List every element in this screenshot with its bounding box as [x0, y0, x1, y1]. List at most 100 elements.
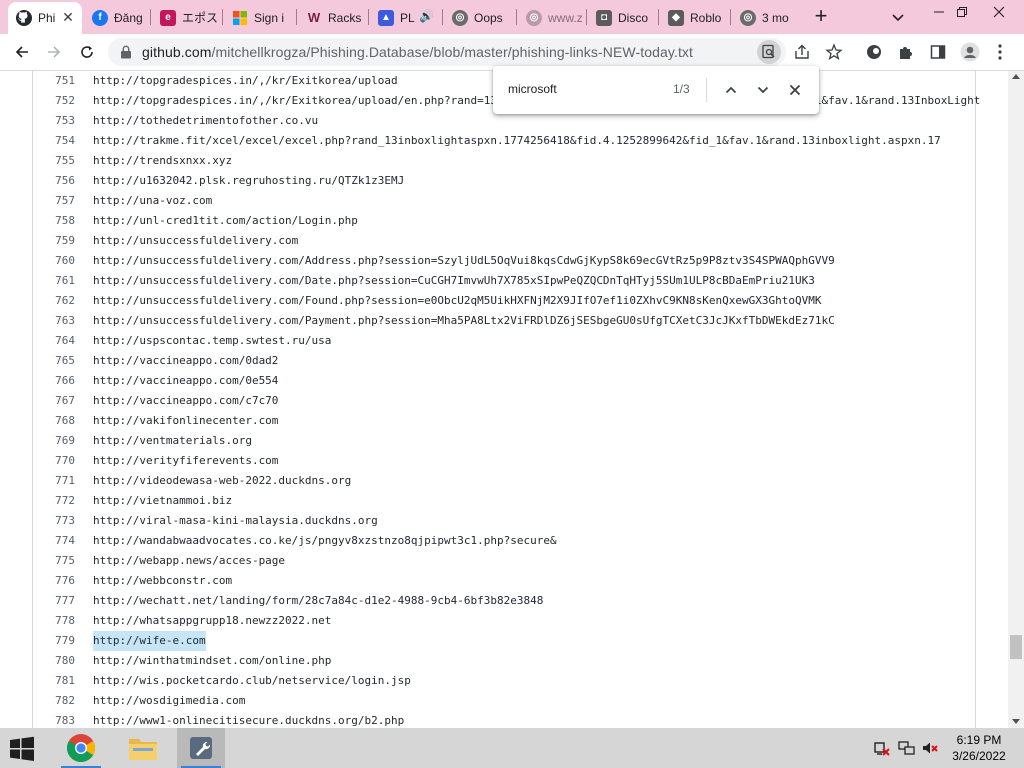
back-button[interactable] — [10, 40, 34, 64]
tab-discord[interactable]: ◘ Disco — [588, 3, 656, 32]
tab-racks[interactable]: W Racks — [298, 3, 366, 32]
code-line: 781 http://wis.pocketcardo.club/netservic… — [33, 671, 975, 691]
code-line: 759 http://unsuccessfuldelivery.com — [33, 231, 975, 251]
speaker-icon[interactable]: 🔊 — [419, 9, 434, 23]
start-button[interactable] — [8, 736, 38, 762]
taskbar-settings-tool[interactable] — [177, 728, 225, 768]
find-in-page-icon[interactable] — [757, 40, 781, 64]
line-text: http://vaccineappo.com/c7c70 — [93, 394, 279, 407]
clock-time: 6:19 PM — [956, 733, 1002, 747]
code-line: 778 http://whatsappgrupp18.newzz2022.net — [33, 611, 975, 631]
line-number[interactable]: 772 — [33, 491, 75, 511]
tab-title: Oops — [474, 10, 503, 25]
find-match-count: 1/3 — [673, 82, 690, 96]
tab-microsoft-signin[interactable]: Sign i — [224, 3, 294, 32]
code-line: 762 http://unsuccessfuldelivery.com/Found… — [33, 291, 975, 311]
find-previous-button[interactable] — [719, 78, 743, 102]
line-number[interactable]: 782 — [33, 691, 75, 711]
side-panel-icon[interactable] — [926, 40, 950, 64]
line-number[interactable]: 756 — [33, 171, 75, 191]
bookmark-star-icon[interactable] — [822, 40, 846, 64]
line-number[interactable]: 766 — [33, 371, 75, 391]
tab-oops[interactable]: ◎ Oops — [444, 3, 514, 32]
profile-avatar-icon[interactable] — [958, 40, 982, 64]
line-number[interactable]: 753 — [33, 111, 75, 131]
tab-github-phishing[interactable]: Phi ✕ — [8, 2, 82, 34]
tab-search-chevron-icon[interactable] — [889, 8, 907, 26]
close-tab-icon[interactable]: ✕ — [60, 9, 76, 25]
line-number[interactable]: 783 — [33, 711, 75, 728]
line-number[interactable]: 781 — [33, 671, 75, 691]
tab-facebook[interactable]: f Đăng — [84, 3, 148, 32]
line-number[interactable]: 754 — [33, 131, 75, 151]
line-number[interactable]: 763 — [33, 311, 75, 331]
line-number[interactable]: 776 — [33, 571, 75, 591]
tab-pl-audio[interactable]: ▲ PL 🔊 — [370, 3, 440, 32]
url-text: github.com/mitchellkrogza/Phishing.Datab… — [142, 44, 693, 60]
code-line: 756 http://u1632042.plsk.regruhosting.ru/… — [33, 171, 975, 191]
code-line: 779 http://wife-e.com — [33, 631, 975, 651]
scroll-up-arrow-icon[interactable] — [1012, 74, 1020, 79]
tab-epos[interactable]: e エポス — [152, 3, 220, 32]
line-text: http://www1-onlinecitisecure.duckdns.org… — [93, 714, 405, 727]
line-number[interactable]: 767 — [33, 391, 75, 411]
line-number[interactable]: 757 — [33, 191, 75, 211]
code-line: 758 http://unl-cred1tit.com/action/Login.… — [33, 211, 975, 231]
line-number[interactable]: 777 — [33, 591, 75, 611]
tab-title: Roblo — [690, 10, 722, 25]
line-number[interactable]: 773 — [33, 511, 75, 531]
code-line: 767 http://vaccineappo.com/c7c70 — [33, 391, 975, 411]
reload-button[interactable] — [75, 40, 99, 64]
line-text: http://una-voz.com — [93, 194, 213, 207]
taskbar-clock[interactable]: 6:19 PM 3/26/2022 — [940, 732, 1018, 764]
extension-globe-icon[interactable] — [862, 40, 886, 64]
lock-icon[interactable] — [120, 45, 132, 64]
tab-separator — [586, 9, 587, 25]
speaker-muted-icon[interactable] — [921, 739, 939, 757]
line-number[interactable]: 762 — [33, 291, 75, 311]
find-close-button[interactable] — [783, 78, 807, 102]
line-number[interactable]: 764 — [33, 331, 75, 351]
line-number[interactable]: 775 — [33, 551, 75, 571]
network-warning-icon[interactable] — [873, 739, 891, 757]
close-window-button[interactable] — [978, 0, 1020, 24]
vertical-scrollbar[interactable] — [1008, 71, 1024, 728]
extensions-puzzle-icon[interactable] — [894, 40, 918, 64]
taskbar-file-explorer[interactable] — [119, 728, 167, 768]
find-next-button[interactable] — [751, 78, 775, 102]
line-number[interactable]: 769 — [33, 431, 75, 451]
tab-3mo[interactable]: ◎ 3 mo — [732, 3, 802, 32]
line-number[interactable]: 768 — [33, 411, 75, 431]
address-bar[interactable]: github.com/mitchellkrogza/Phishing.Datab… — [108, 38, 786, 66]
line-number[interactable]: 752 — [33, 91, 75, 111]
globe-icon: ◎ — [740, 9, 756, 26]
line-number[interactable]: 765 — [33, 351, 75, 371]
line-number[interactable]: 755 — [33, 151, 75, 171]
line-number[interactable]: 771 — [33, 471, 75, 491]
line-number[interactable]: 774 — [33, 531, 75, 551]
scroll-thumb[interactable] — [1010, 635, 1022, 659]
network-icon[interactable] — [898, 739, 916, 757]
menu-kebab-icon[interactable] — [988, 40, 1012, 64]
line-number[interactable]: 780 — [33, 651, 75, 671]
line-number[interactable]: 759 — [33, 231, 75, 251]
find-input[interactable]: microsoft — [508, 82, 557, 96]
forward-button[interactable] — [42, 40, 66, 64]
restore-button[interactable] — [941, 0, 983, 24]
line-number[interactable]: 761 — [33, 271, 75, 291]
tab-separator — [516, 9, 517, 25]
line-number[interactable]: 770 — [33, 451, 75, 471]
epos-icon: e — [160, 9, 176, 26]
scroll-down-arrow-icon[interactable] — [1012, 719, 1020, 724]
taskbar-chrome[interactable] — [57, 728, 105, 768]
line-number[interactable]: 758 — [33, 211, 75, 231]
line-number[interactable]: 779 — [33, 631, 75, 651]
tab-roblox[interactable]: ◆ Roblo — [660, 3, 728, 32]
new-tab-button[interactable]: + — [809, 5, 833, 29]
line-number[interactable]: 778 — [33, 611, 75, 631]
code-line: 771 http://videodewasa-web-2022.duckdns.o… — [33, 471, 975, 491]
share-icon[interactable] — [790, 40, 814, 64]
tab-www[interactable]: ◎ www.z — [518, 3, 584, 32]
line-number[interactable]: 760 — [33, 251, 75, 271]
line-number[interactable]: 751 — [33, 71, 75, 91]
